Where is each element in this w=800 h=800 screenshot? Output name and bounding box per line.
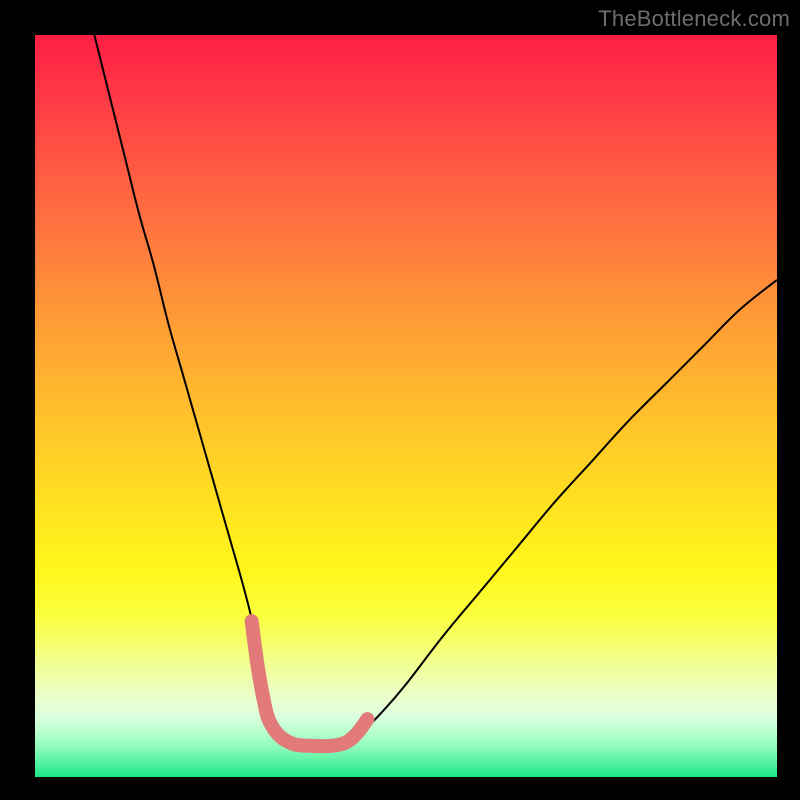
plot-area xyxy=(35,35,777,777)
series-pink-segment xyxy=(252,621,368,746)
series-black-curve xyxy=(94,35,777,746)
watermark-text: TheBottleneck.com xyxy=(598,6,790,32)
chart-svg xyxy=(35,35,777,777)
chart-frame: TheBottleneck.com xyxy=(0,0,800,800)
